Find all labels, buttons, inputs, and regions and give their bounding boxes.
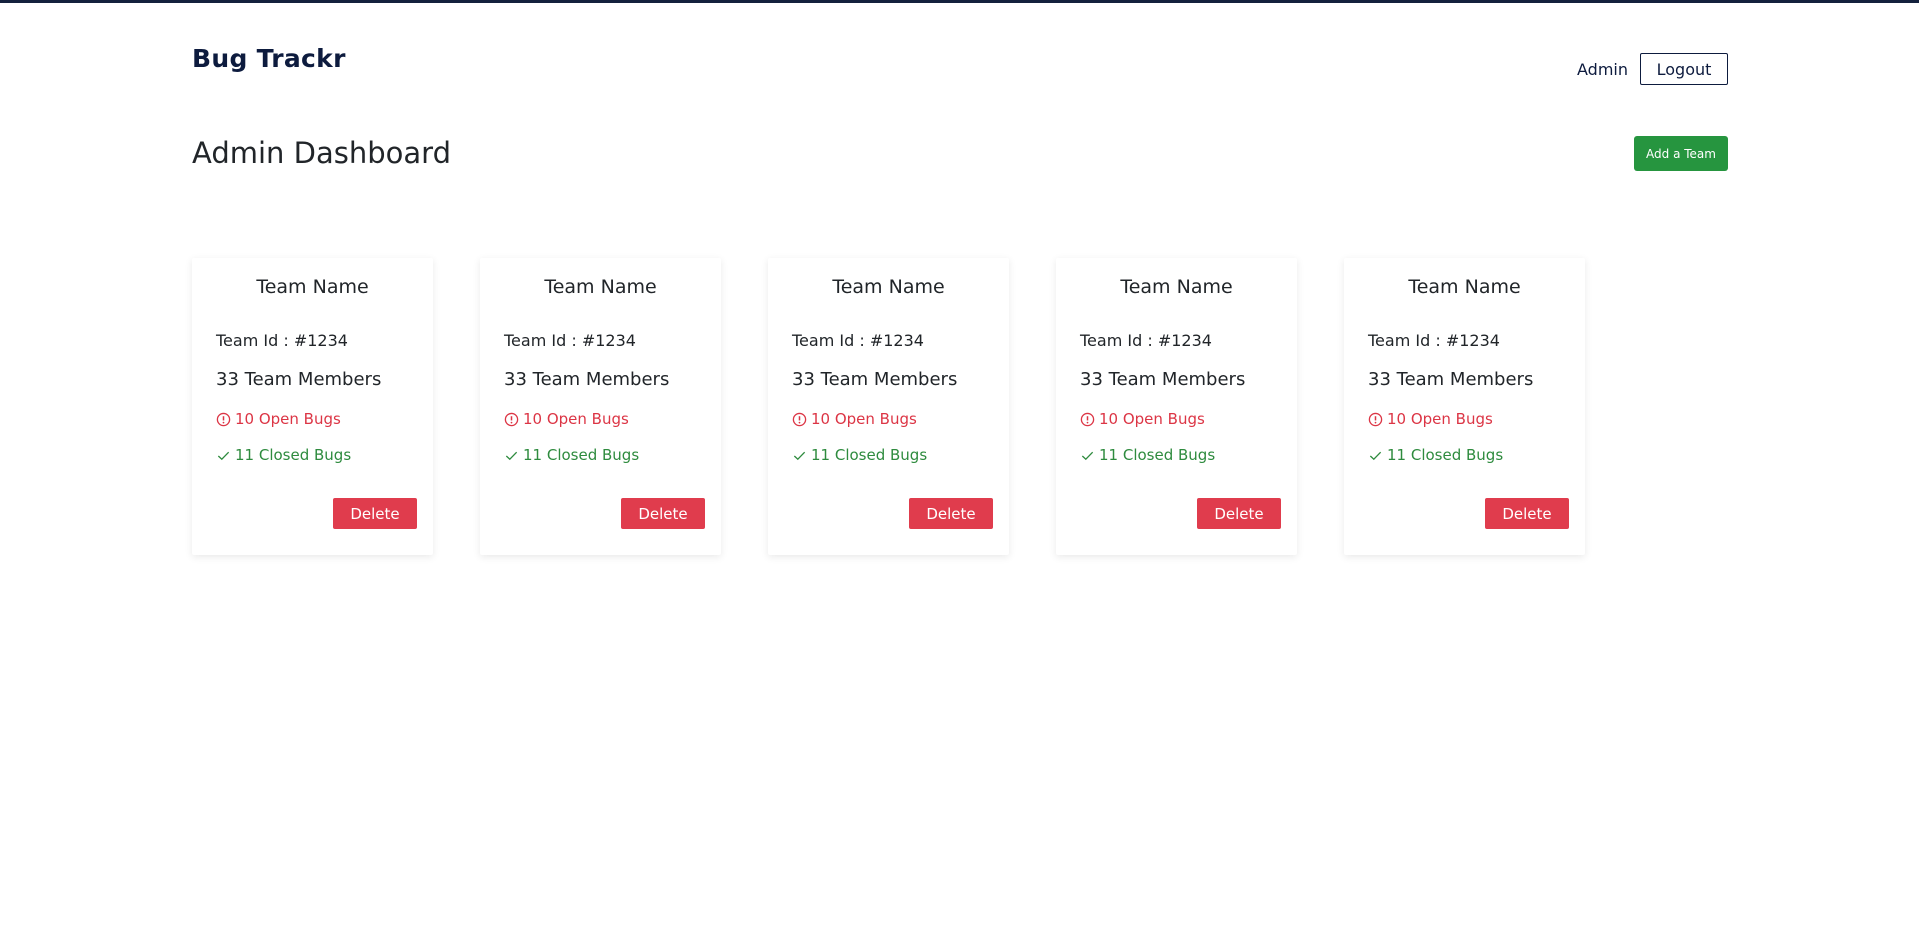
- open-bugs-label: 10 Open Bugs: [235, 410, 341, 428]
- open-bugs: 10 Open Bugs: [216, 410, 341, 428]
- open-bugs-label: 10 Open Bugs: [811, 410, 917, 428]
- team-members-count: 33 Team Members: [504, 369, 670, 390]
- team-id: Team Id : #1234: [1368, 331, 1500, 350]
- team-name: Team Name: [1120, 276, 1233, 298]
- team-name: Team Name: [544, 276, 657, 298]
- closed-bugs-label: 11 Closed Bugs: [811, 446, 928, 464]
- top-accent-bar: [0, 0, 1919, 3]
- team-card: Team Name Team Id : #1234 33 Team Member…: [1344, 258, 1585, 555]
- closed-bugs-label: 11 Closed Bugs: [235, 446, 352, 464]
- brand-logo[interactable]: Bug Trackr: [192, 44, 346, 73]
- team-name: Team Name: [832, 276, 945, 298]
- closed-bugs: 11 Closed Bugs: [792, 446, 927, 464]
- open-bugs: 10 Open Bugs: [1080, 410, 1205, 428]
- team-members-count: 33 Team Members: [1368, 369, 1534, 390]
- open-bugs-label: 10 Open Bugs: [1387, 410, 1493, 428]
- page-title: Admin Dashboard: [192, 136, 451, 170]
- check-icon: [1080, 448, 1095, 463]
- check-icon: [1368, 448, 1383, 463]
- team-cards: Team Name Team Id : #1234 33 Team Member…: [192, 258, 1585, 555]
- open-bugs: 10 Open Bugs: [1368, 410, 1493, 428]
- check-icon: [216, 448, 231, 463]
- delete-button[interactable]: Delete: [909, 498, 993, 529]
- team-card: Team Name Team Id : #1234 33 Team Member…: [192, 258, 433, 555]
- closed-bugs: 11 Closed Bugs: [1080, 446, 1215, 464]
- delete-button[interactable]: Delete: [1197, 498, 1281, 529]
- alert-circle-icon: [504, 412, 519, 427]
- team-id: Team Id : #1234: [504, 331, 636, 350]
- user-name: Admin: [1577, 59, 1628, 79]
- team-name: Team Name: [256, 276, 369, 298]
- closed-bugs: 11 Closed Bugs: [216, 446, 351, 464]
- team-id: Team Id : #1234: [792, 331, 924, 350]
- alert-circle-icon: [1080, 412, 1095, 427]
- delete-button[interactable]: Delete: [621, 498, 705, 529]
- team-card: Team Name Team Id : #1234 33 Team Member…: [480, 258, 721, 555]
- check-icon: [792, 448, 807, 463]
- open-bugs: 10 Open Bugs: [792, 410, 917, 428]
- team-id: Team Id : #1234: [1080, 331, 1212, 350]
- user-area: Admin Logout: [1577, 53, 1728, 85]
- team-members-count: 33 Team Members: [216, 369, 382, 390]
- check-icon: [504, 448, 519, 463]
- team-card: Team Name Team Id : #1234 33 Team Member…: [768, 258, 1009, 555]
- add-team-button[interactable]: Add a Team: [1634, 136, 1728, 171]
- closed-bugs: 11 Closed Bugs: [504, 446, 639, 464]
- team-id: Team Id : #1234: [216, 331, 348, 350]
- closed-bugs-label: 11 Closed Bugs: [1099, 446, 1216, 464]
- team-members-count: 33 Team Members: [792, 369, 958, 390]
- closed-bugs: 11 Closed Bugs: [1368, 446, 1503, 464]
- open-bugs: 10 Open Bugs: [504, 410, 629, 428]
- closed-bugs-label: 11 Closed Bugs: [523, 446, 640, 464]
- delete-button[interactable]: Delete: [1485, 498, 1569, 529]
- alert-circle-icon: [792, 412, 807, 427]
- logout-button[interactable]: Logout: [1640, 53, 1728, 85]
- team-members-count: 33 Team Members: [1080, 369, 1246, 390]
- open-bugs-label: 10 Open Bugs: [523, 410, 629, 428]
- alert-circle-icon: [1368, 412, 1383, 427]
- team-card: Team Name Team Id : #1234 33 Team Member…: [1056, 258, 1297, 555]
- open-bugs-label: 10 Open Bugs: [1099, 410, 1205, 428]
- team-name: Team Name: [1408, 276, 1521, 298]
- closed-bugs-label: 11 Closed Bugs: [1387, 446, 1504, 464]
- alert-circle-icon: [216, 412, 231, 427]
- header: Bug Trackr Admin Logout: [192, 44, 1728, 88]
- delete-button[interactable]: Delete: [333, 498, 417, 529]
